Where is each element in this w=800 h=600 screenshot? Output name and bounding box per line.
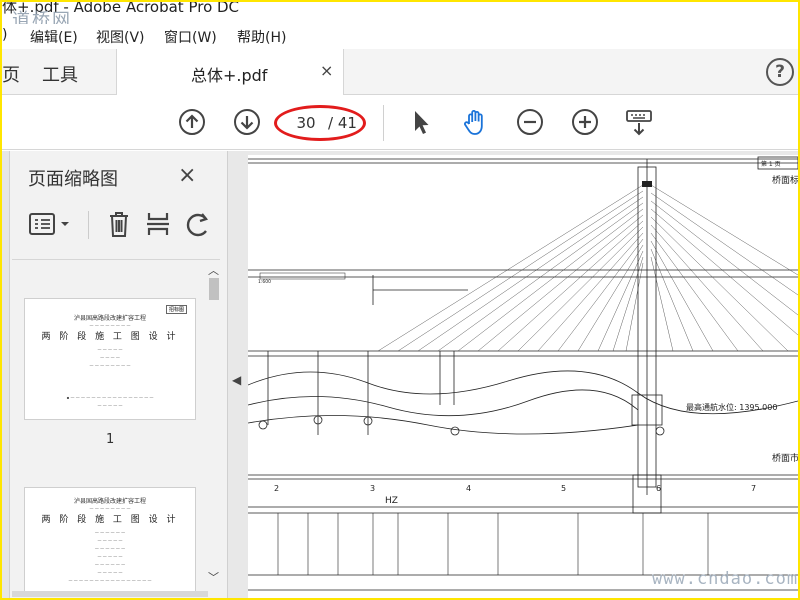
toolbar: / 41 [2, 95, 798, 150]
menu-window[interactable]: 窗口(W) [164, 27, 217, 47]
page-navigator: / 41 [274, 105, 366, 141]
thumbnail-scrollbar[interactable]: ︿ ﹀ [208, 260, 220, 594]
span-label: 5 [561, 484, 566, 493]
span-label: 3 [370, 484, 375, 493]
water-level-label: 最高通航水位: 1395.000 [686, 402, 777, 412]
thumbnail-line: — — — — — — [94, 530, 126, 535]
page-total: / 41 [328, 114, 357, 132]
thumbnail-line: — — — — — — — — — — — — — — — — [68, 578, 152, 583]
thumbnail-line: — — — — [100, 355, 120, 360]
page-thumbnail[interactable]: 泸县国高路段改建扩容工程 — — — — — — — — 两 阶 段 施 工 图… [24, 487, 196, 594]
rotate-icon[interactable] [182, 209, 212, 239]
thumbnail-org: 泸县国高路段改建扩容工程 [73, 498, 146, 505]
thumbnail-line: — — — — — — [94, 562, 126, 567]
thumbnail-subtitle: 两 阶 段 施 工 图 设 计 [41, 332, 179, 342]
thumbnail-line: — — — — — [97, 403, 123, 408]
hand-tool-icon[interactable] [460, 107, 490, 137]
thumbnail-line: — — — — — — — — [89, 506, 131, 511]
scrollbar-thumb[interactable] [209, 278, 219, 300]
chevron-up-icon[interactable]: ︿ [208, 262, 219, 278]
page-number-input[interactable] [286, 112, 326, 134]
span-label: 7 [751, 484, 756, 493]
chevron-down-icon[interactable]: ﹀ [208, 569, 219, 585]
hz-label: HZ [385, 496, 398, 506]
drawing-label-right: 桥面标 [772, 174, 798, 186]
tab-document[interactable]: 总体+.pdf × [116, 49, 344, 95]
acrobat-window: 体+.pdf - Adobe Acrobat Pro DC 道桥网 ) 编辑(E… [2, 2, 798, 598]
thumbnail-page-number: 1 [106, 432, 115, 447]
insert-page-icon[interactable] [143, 209, 173, 239]
menu-edit[interactable]: 编辑(E) [30, 27, 78, 47]
drawing-page-label: 第 1 页 [761, 160, 781, 168]
zoom-out-icon[interactable] [515, 107, 545, 137]
menu-file-partial[interactable]: ) [2, 27, 7, 43]
thumbnail-org: 泸县国高路段改建扩容工程 [73, 315, 146, 322]
document-area: ◀ 第 1 页 桥面标 桥面市 最高通航水位: 1395.000 1:600 H… [228, 151, 798, 598]
thumbnail-panel: 页面缩略图 × 招标图 泸县国高路段改建扩容工程 — — — — — — — —… [2, 151, 228, 598]
tab-tools[interactable]: 工具 [42, 61, 78, 87]
keyboard-download-icon[interactable] [624, 107, 654, 137]
thumbnail-line: — — — — — — — — [89, 323, 131, 328]
span-label: 2 [274, 484, 279, 493]
help-icon[interactable]: ? [766, 58, 794, 86]
thumbnail-subtitle: 两 阶 段 施 工 图 设 计 [41, 515, 179, 525]
drawing-label-right-2: 桥面市 [772, 452, 798, 464]
options-menu-icon[interactable] [28, 209, 74, 239]
thumbnail-list: 招标图 泸县国高路段改建扩容工程 — — — — — — — — 两 阶 段 施… [12, 259, 220, 594]
tab-bar: 页 工具 总体+.pdf × ? [2, 49, 798, 95]
panel-divider [88, 211, 89, 239]
bridge-drawing: 第 1 页 桥面标 桥面市 最高通航水位: 1395.000 1:600 HZ … [248, 156, 798, 591]
collapse-panel-icon[interactable]: ◀ [232, 373, 241, 387]
navigation-strip [2, 151, 10, 598]
thumbnail-line: — — — — — — [94, 546, 126, 551]
arrow-down-circle-icon[interactable] [232, 107, 262, 137]
panel-title: 页面缩略图 [28, 169, 118, 190]
close-icon[interactable]: × [320, 61, 333, 80]
pdf-page[interactable]: 第 1 页 桥面标 桥面市 最高通航水位: 1395.000 1:600 HZ … [248, 155, 798, 598]
span-label: 6 [656, 484, 661, 493]
page-thumbnail[interactable]: 招标图 泸县国高路段改建扩容工程 — — — — — — — — 两 阶 段 施… [24, 298, 196, 420]
thumbnail-line: — — — — — [97, 347, 123, 352]
thumbnail-line: — — — — — [97, 570, 123, 575]
arrow-up-circle-icon[interactable] [177, 107, 207, 137]
select-pointer-icon[interactable] [406, 107, 436, 137]
tab-document-label: 总体+.pdf [191, 66, 268, 85]
thumbnail-line: — — — — — [97, 554, 123, 559]
span-label: 4 [466, 484, 471, 493]
watermark-url: www.cndao.com [652, 569, 798, 589]
menu-help[interactable]: 帮助(H) [237, 27, 286, 47]
thumbnail-line: — — — — — — — — [89, 363, 131, 368]
thumbnail-line: ▪ — — — — — — — — — — — — — — — — [66, 395, 154, 400]
scale-note: 1:600 [258, 279, 271, 285]
tab-home[interactable]: 页 [2, 61, 20, 87]
horizontal-scrollbar[interactable] [12, 591, 208, 597]
trash-icon[interactable] [104, 209, 134, 239]
title-bar: 体+.pdf - Adobe Acrobat Pro DC [2, 2, 798, 22]
menu-view[interactable]: 视图(V) [96, 27, 145, 47]
close-icon[interactable]: × [178, 163, 196, 188]
thumbnail-line: — — — — — [97, 538, 123, 543]
menu-bar: ) 编辑(E) 视图(V) 窗口(W) 帮助(H) [2, 24, 798, 48]
zoom-in-icon[interactable] [570, 107, 600, 137]
toolbar-divider [383, 105, 384, 141]
